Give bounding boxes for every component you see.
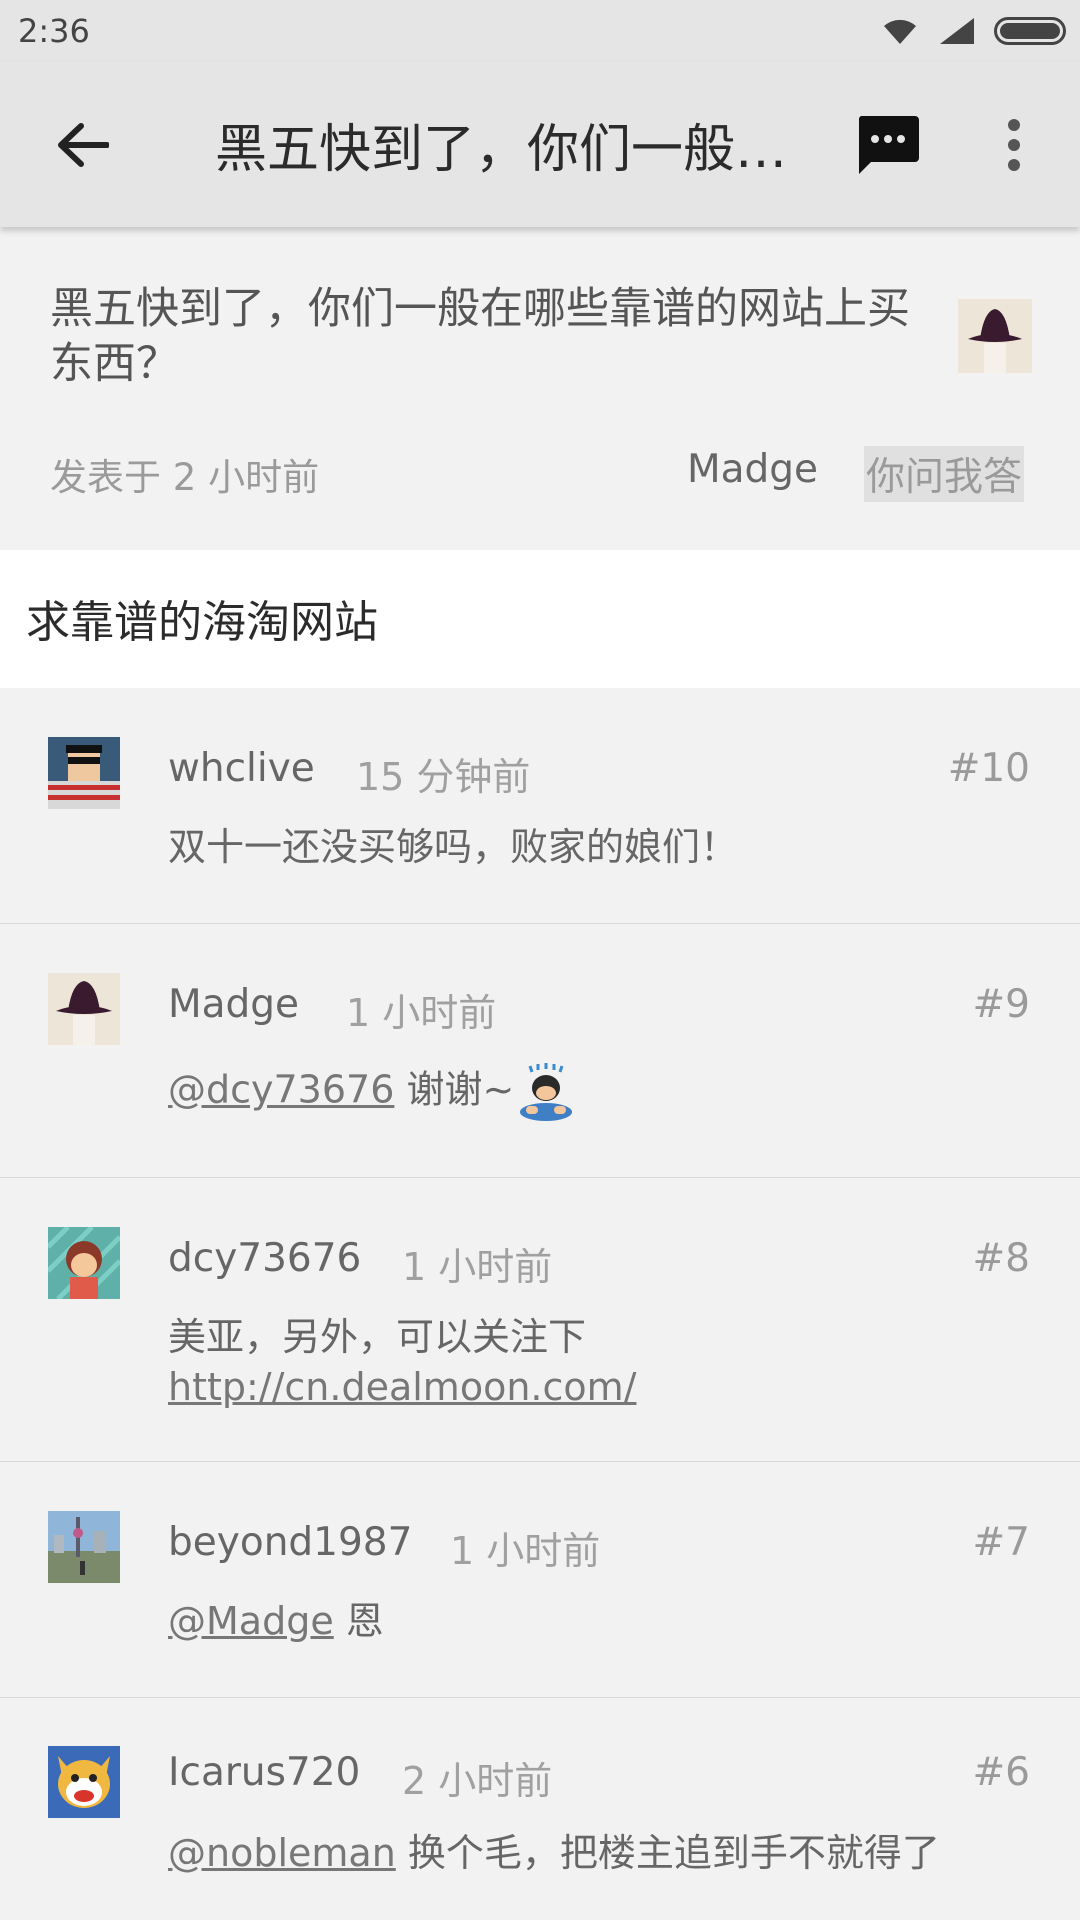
- bowing-emoji-icon: [520, 1063, 573, 1121]
- reply-item[interactable]: Icarus720 2 小时前 #6 @nobleman 换个毛，把楼主追到手不…: [0, 1698, 1080, 1920]
- battery-icon: [994, 17, 1066, 45]
- message-icon: [858, 115, 919, 174]
- reply-floor: #7: [972, 1520, 1031, 1565]
- reply-item[interactable]: whclive 15 分钟前 #10 双十一还没买够吗，败家的娘们！: [0, 688, 1080, 924]
- topic-post-time: 发表于 2 小时前: [50, 456, 320, 499]
- mention-link[interactable]: @dcy73676: [168, 1068, 394, 1112]
- signal-icon: [940, 18, 974, 44]
- reply-time: 1 小时前: [450, 1529, 601, 1573]
- reply-item[interactable]: beyond1987 1 小时前 #7 @Madge 恩: [0, 1462, 1080, 1698]
- mention-link[interactable]: @nobleman: [168, 1831, 396, 1875]
- status-icons: [880, 16, 1066, 46]
- user-avatar[interactable]: [48, 1227, 120, 1299]
- reply-time: 15 分钟前: [356, 755, 531, 799]
- reply-floor: #6: [972, 1750, 1031, 1795]
- reply-time: 1 小时前: [346, 991, 497, 1035]
- user-avatar[interactable]: [48, 737, 120, 809]
- reply-floor: #8: [972, 1236, 1031, 1281]
- reply-time: 2 小时前: [402, 1759, 553, 1803]
- topic-author[interactable]: Madge: [687, 447, 818, 492]
- toolbar-title: 黑五快到了，你们一般在哪些靠谱的网站上买东西？: [215, 120, 790, 180]
- reply-username[interactable]: Madge: [168, 982, 299, 1027]
- reply-body: 美亚，另外，可以关注下 http://cn.dealmoon.com/: [168, 1312, 1028, 1412]
- author-avatar[interactable]: [958, 299, 1032, 373]
- topic-node-tag[interactable]: 你问我答: [864, 446, 1025, 502]
- topic-content: 求靠谱的海淘网站: [0, 550, 1080, 688]
- back-button[interactable]: [50, 112, 116, 178]
- status-bar: 2:36: [0, 0, 1080, 62]
- reply-item[interactable]: dcy73676 1 小时前 #8 美亚，另外，可以关注下 http://cn.…: [0, 1178, 1080, 1462]
- back-arrow-icon: [58, 122, 109, 167]
- reply-username[interactable]: dcy73676: [168, 1236, 361, 1281]
- wifi-icon: [884, 19, 916, 44]
- reply-floor: #9: [972, 982, 1031, 1027]
- reply-item[interactable]: Madge 1 小时前 #9 @dcy73676 谢谢~: [0, 924, 1080, 1178]
- reply-floor: #10: [947, 746, 1030, 791]
- reply-text: 谢谢~: [394, 1067, 515, 1112]
- user-avatar[interactable]: [48, 973, 120, 1045]
- reply-text: 美亚，另外，可以关注下: [168, 1315, 587, 1359]
- reply-text: 双十一还没买够吗，败家的娘们！: [168, 825, 739, 869]
- reply-username[interactable]: beyond1987: [168, 1520, 412, 1565]
- reply-body: @nobleman 换个毛，把楼主追到手不就得了: [168, 1828, 1028, 1878]
- reply-time: 1 小时前: [402, 1245, 553, 1289]
- reply-body: @Madge 恩: [168, 1596, 1028, 1646]
- reply-username[interactable]: Icarus720: [168, 1750, 360, 1795]
- status-time: 2:36: [18, 12, 90, 50]
- reply-text: 换个毛，把楼主追到手不就得了: [395, 1831, 940, 1875]
- topic-header: 黑五快到了，你们一般在哪些靠谱的网站上买东西？ 发表于 2 小时前 Madge …: [0, 227, 1080, 550]
- reply-body: 双十一还没买够吗，败家的娘们！: [168, 822, 1028, 872]
- app-toolbar: 黑五快到了，你们一般在哪些靠谱的网站上买东西？: [0, 62, 1080, 227]
- reply-text: 恩: [333, 1599, 384, 1643]
- user-avatar[interactable]: [48, 1511, 120, 1583]
- user-avatar[interactable]: [48, 1746, 120, 1818]
- topic-content-text: 求靠谱的海淘网站: [26, 597, 378, 648]
- reply-url-link[interactable]: http://cn.dealmoon.com/: [168, 1362, 1028, 1412]
- mention-link[interactable]: @Madge: [168, 1599, 334, 1643]
- more-options-button[interactable]: [994, 112, 1034, 178]
- reply-body: @dcy73676 谢谢~: [168, 1062, 1028, 1122]
- more-vert-icon: [1008, 118, 1020, 131]
- reply-username[interactable]: whclive: [168, 746, 315, 791]
- topic-title: 黑五快到了，你们一般在哪些靠谱的网站上买东西？: [50, 284, 910, 389]
- reply-message-button[interactable]: [855, 112, 921, 178]
